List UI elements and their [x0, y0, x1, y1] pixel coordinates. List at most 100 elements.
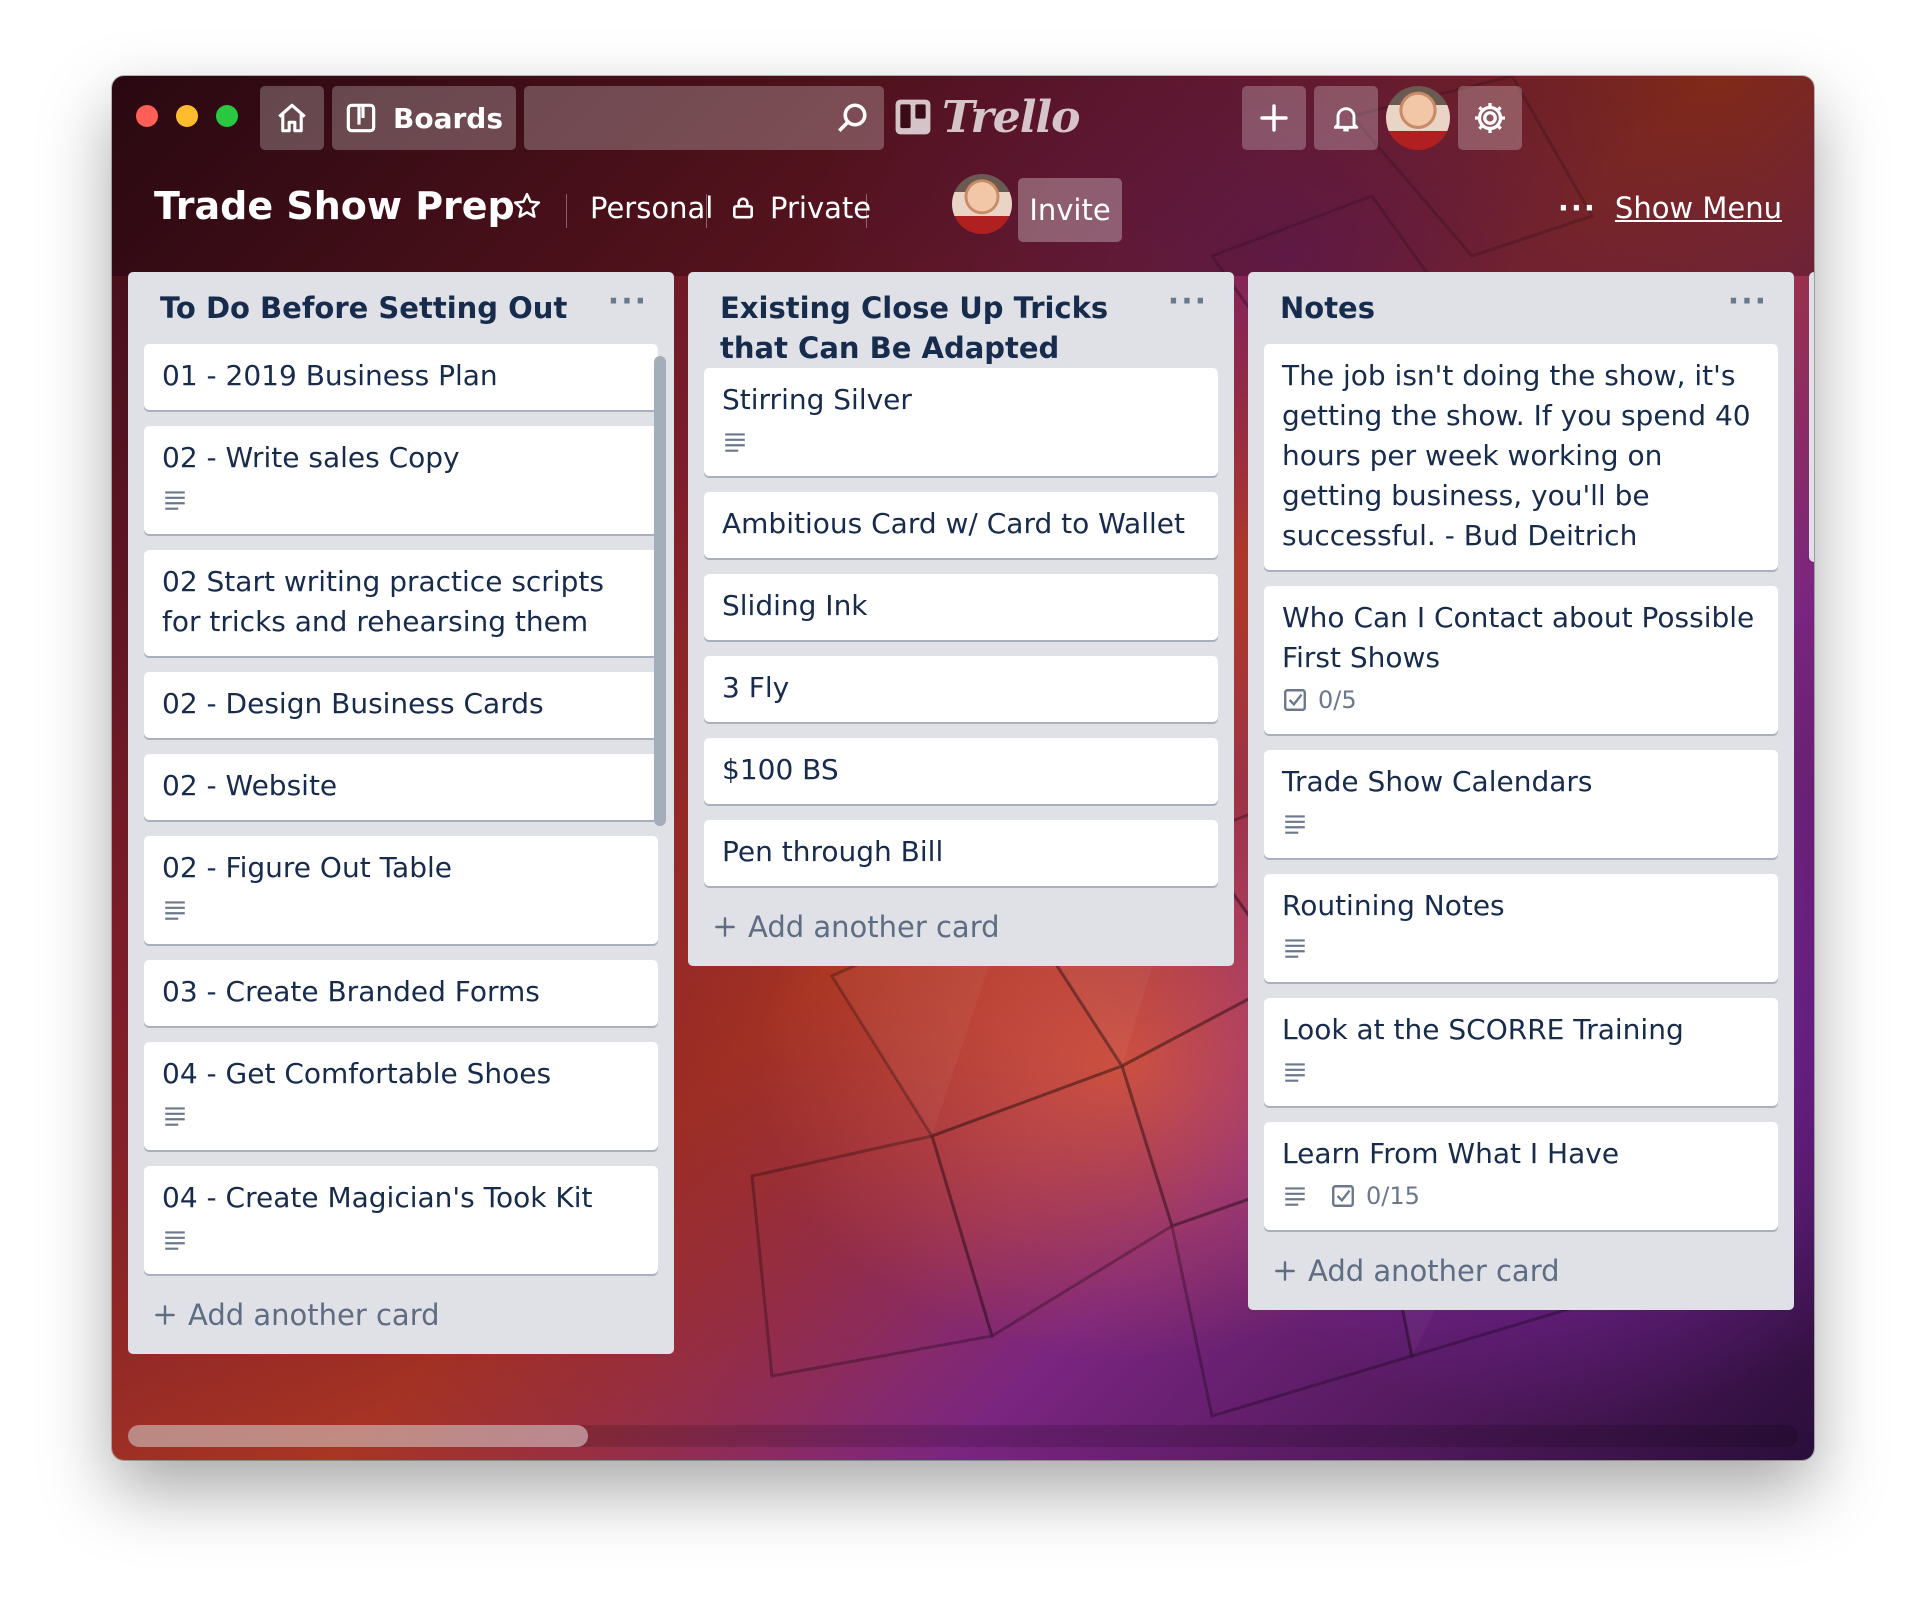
card-title: 02 - Website	[162, 769, 338, 802]
checklist-icon	[1332, 1185, 1354, 1207]
star-board-button[interactable]	[512, 191, 542, 221]
card[interactable]: 02 Start writing practice scripts for tr…	[144, 550, 658, 656]
member-avatar[interactable]	[952, 174, 1012, 234]
description-icon	[1285, 939, 1305, 958]
lock-icon	[733, 197, 753, 219]
show-menu-button[interactable]: ··· Show Menu	[1558, 191, 1782, 225]
create-button[interactable]	[1242, 86, 1306, 150]
top-bar: Boards Trello	[112, 76, 1814, 162]
card-title: $100 BS	[722, 753, 839, 786]
home-button[interactable]	[260, 86, 324, 150]
description-icon	[725, 433, 745, 452]
plus-icon	[1275, 1261, 1295, 1281]
card[interactable]: The job isn't doing the show, it's getti…	[1264, 344, 1778, 570]
card[interactable]: 02 - Website	[144, 754, 658, 820]
board-title[interactable]: Trade Show Prep	[154, 184, 515, 228]
description-badge	[1282, 1059, 1308, 1085]
description-badge	[1282, 811, 1308, 837]
bell-icon	[1333, 107, 1359, 132]
list-title[interactable]: Notes	[1280, 288, 1714, 328]
plus-icon	[155, 1305, 175, 1325]
search-icon	[837, 103, 867, 133]
card[interactable]: Look at the SCORRE Training	[1264, 998, 1778, 1106]
card-title: Trade Show Calendars	[1282, 765, 1593, 798]
card-badges	[1282, 928, 1760, 968]
zoom-window-button[interactable]	[216, 105, 238, 127]
trello-logo[interactable]: Trello	[894, 90, 1080, 144]
list-menu-button[interactable]: ···	[1728, 284, 1768, 319]
list-menu-button[interactable]: ···	[608, 284, 648, 319]
checklist-icon	[1284, 689, 1306, 711]
list-title[interactable]: To Do Before Setting Out	[160, 288, 594, 328]
more-icon: ···	[1557, 191, 1597, 225]
list-header[interactable]: Notes ···	[1248, 272, 1794, 344]
list-title[interactable]: Existing Close Up Tricks that Can Be Ada…	[720, 288, 1154, 368]
header-divider	[866, 194, 867, 228]
list-header[interactable]: To Do Before Setting Out ···	[128, 272, 674, 344]
card[interactable]: 04 - Create Magician's Took Kit	[144, 1166, 658, 1274]
card[interactable]: Learn From What I Have 0/15	[1264, 1122, 1778, 1230]
card[interactable]: 02 - Write sales Copy	[144, 426, 658, 534]
user-avatar[interactable]	[1386, 86, 1450, 150]
card[interactable]: 03 - Create Branded Forms	[144, 960, 658, 1026]
list-1: To Do Before Setting Out ··· 01 - 2019 B…	[128, 272, 674, 1354]
checklist-count: 0/5	[1318, 686, 1357, 714]
search-input[interactable]	[524, 86, 884, 150]
trello-logo-text: Trello	[942, 91, 1080, 143]
card-badges	[1282, 804, 1760, 844]
card-list: The job isn't doing the show, it's getti…	[1248, 344, 1794, 1230]
card[interactable]: Routining Notes	[1264, 874, 1778, 982]
card[interactable]: Ambitious Card w/ Card to Wallet	[704, 492, 1218, 558]
description-badge	[722, 429, 748, 455]
invite-button[interactable]: Invite	[1018, 178, 1122, 242]
card-badges	[162, 1096, 640, 1136]
list-menu-button[interactable]: ···	[1168, 284, 1208, 319]
boards-label: Boards	[393, 101, 503, 135]
card-badges	[162, 480, 640, 520]
description-icon	[165, 491, 185, 510]
notifications-button[interactable]	[1314, 86, 1378, 150]
description-icon	[165, 1231, 185, 1250]
card[interactable]: 04 - Get Comfortable Shoes	[144, 1042, 658, 1150]
description-badge	[1282, 935, 1308, 961]
card-badges	[722, 422, 1200, 462]
card[interactable]: Pen through Bill	[704, 820, 1218, 886]
card[interactable]: Trade Show Calendars	[1264, 750, 1778, 858]
card[interactable]: Sliding Ink	[704, 574, 1218, 640]
minimize-window-button[interactable]	[176, 105, 198, 127]
horizontal-scrollbar-thumb[interactable]	[128, 1425, 588, 1447]
card-badges	[162, 890, 640, 930]
card-badges	[1282, 1052, 1760, 1092]
add-card-button[interactable]: Add another card	[1248, 1246, 1794, 1310]
card[interactable]: 01 - 2019 Business Plan	[144, 344, 658, 410]
settings-button[interactable]	[1458, 86, 1522, 150]
add-card-button[interactable]: Add another card	[128, 1290, 674, 1354]
card[interactable]: 02 - Design Business Cards	[144, 672, 658, 738]
add-card-label: Add another card	[188, 1298, 440, 1332]
card[interactable]: Who Can I Contact about Possible First S…	[1264, 586, 1778, 734]
visibility-label: Private	[770, 191, 872, 225]
card-title: The job isn't doing the show, it's getti…	[1282, 359, 1751, 552]
description-icon	[1285, 1063, 1305, 1082]
team-button[interactable]: Personal	[590, 191, 713, 225]
card-title: Routining Notes	[1282, 889, 1505, 922]
card-title: Who Can I Contact about Possible First S…	[1282, 601, 1755, 674]
card[interactable]: $100 BS	[704, 738, 1218, 804]
boards-button[interactable]: Boards	[332, 86, 516, 150]
visibility-button[interactable]: Private	[730, 191, 871, 225]
gear-icon	[1475, 103, 1505, 133]
description-icon	[165, 1107, 185, 1126]
list-header[interactable]: Existing Close Up Tricks that Can Be Ada…	[688, 272, 1234, 368]
close-window-button[interactable]	[136, 105, 158, 127]
description-badge	[1282, 1183, 1308, 1209]
add-card-button[interactable]: Add another card	[688, 902, 1234, 966]
card[interactable]: 02 - Figure Out Table	[144, 836, 658, 944]
card-list: Stirring Silver Ambitious Card w/ Card to…	[688, 368, 1234, 886]
add-card-label: Add another card	[748, 910, 1000, 944]
card[interactable]: Stirring Silver	[704, 368, 1218, 476]
list-scrollbar[interactable]	[654, 356, 666, 826]
card-title: Learn From What I Have	[1282, 1137, 1620, 1170]
card[interactable]: 3 Fly	[704, 656, 1218, 722]
checklist-badge: 0/15	[1330, 1176, 1420, 1216]
card-title: 01 - 2019 Business Plan	[162, 359, 498, 392]
